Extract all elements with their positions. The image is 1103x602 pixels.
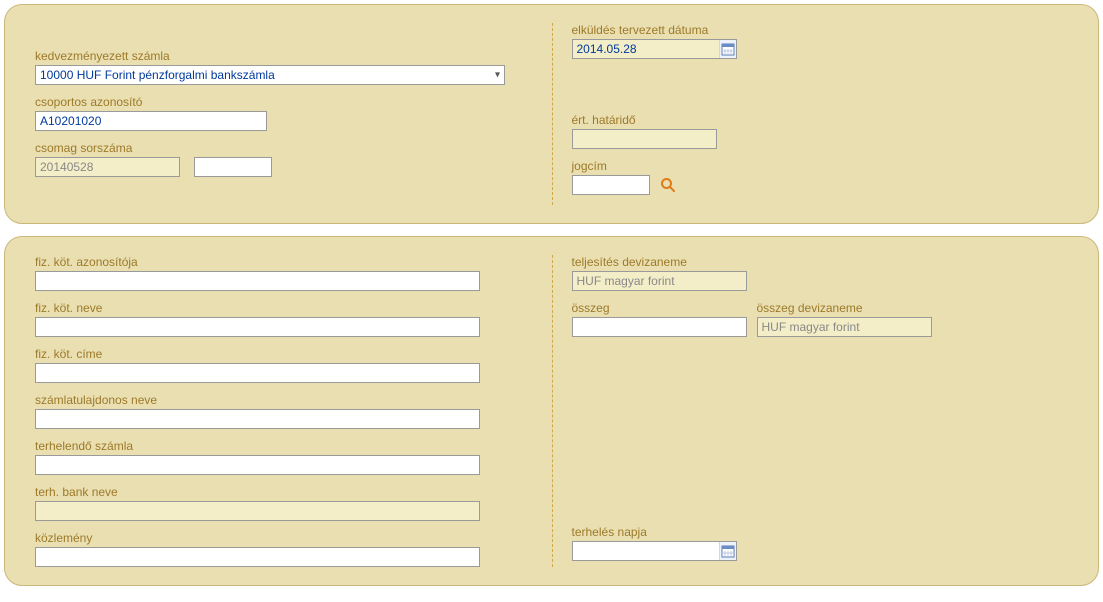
calendar-icon[interactable]: [719, 542, 735, 560]
field-perf-currency: teljesítés devizaneme: [572, 255, 1069, 291]
input-payer-id[interactable]: [35, 271, 480, 291]
panel1-left: kedvezményezett számla 10000 HUF Forint …: [35, 23, 552, 205]
select-value: 10000 HUF Forint pénzforgalmi bankszámla: [40, 68, 275, 82]
chevron-down-icon: ▾: [495, 70, 500, 81]
input-amount[interactable]: [572, 317, 747, 337]
field-beneficiary-account: kedvezményezett számla 10000 HUF Forint …: [35, 49, 532, 85]
field-payer-name: fiz. köt. neve: [35, 301, 532, 337]
input-owner-name[interactable]: [35, 409, 480, 429]
input-perf-currency: [572, 271, 747, 291]
search-icon[interactable]: [658, 175, 678, 195]
field-planned-date: elküldés tervezett dátuma: [572, 23, 1069, 59]
input-package-seq-1: [35, 157, 180, 177]
panel-header: kedvezményezett számla 10000 HUF Forint …: [4, 4, 1099, 224]
vertical-divider: [552, 255, 553, 567]
label-package-seq: csomag sorszáma: [35, 141, 532, 155]
label-group-id: csoportos azonosító: [35, 95, 532, 109]
label-planned-date: elküldés tervezett dátuma: [572, 23, 1069, 37]
field-deadline: ért. határidő: [572, 113, 1069, 149]
input-memo[interactable]: [35, 547, 480, 567]
input-debit-acct[interactable]: [35, 455, 480, 475]
label-payer-id: fiz. köt. azonosítója: [35, 255, 532, 269]
label-debit-date: terhelés napja: [572, 525, 1069, 539]
label-title-code: jogcím: [572, 159, 1069, 173]
field-owner-name: számlatulajdonos neve: [35, 393, 532, 429]
input-planned-date[interactable]: [573, 40, 720, 58]
panel-details: fiz. köt. azonosítója fiz. köt. neve fiz…: [4, 236, 1099, 586]
field-amount-row: összeg összeg devizaneme: [572, 301, 1069, 337]
label-debit-bank: terh. bank neve: [35, 485, 532, 499]
field-payer-addr: fiz. köt. címe: [35, 347, 532, 383]
input-payer-name[interactable]: [35, 317, 480, 337]
input-debit-bank: [35, 501, 480, 521]
input-debit-date[interactable]: [573, 542, 720, 560]
panel2-right: teljesítés devizaneme összeg összeg devi…: [552, 255, 1069, 567]
field-title-code: jogcím: [572, 159, 1069, 195]
label-debit-acct: terhelendő számla: [35, 439, 532, 453]
calendar-icon[interactable]: [719, 40, 735, 58]
field-debit-bank: terh. bank neve: [35, 485, 532, 521]
field-group-id: csoportos azonosító: [35, 95, 532, 131]
label-beneficiary-account: kedvezményezett számla: [35, 49, 532, 63]
label-owner-name: számlatulajdonos neve: [35, 393, 532, 407]
label-amount: összeg: [572, 301, 747, 315]
label-deadline: ért. határidő: [572, 113, 1069, 127]
vertical-divider: [552, 23, 553, 205]
date-debit-date: [572, 541, 737, 561]
field-package-seq: csomag sorszáma: [35, 141, 532, 177]
panel2-left: fiz. köt. azonosítója fiz. köt. neve fiz…: [35, 255, 552, 567]
field-memo: közlemény: [35, 531, 532, 567]
label-payer-addr: fiz. köt. címe: [35, 347, 532, 361]
input-deadline: [572, 129, 717, 149]
field-debit-date: terhelés napja: [572, 525, 1069, 561]
label-memo: közlemény: [35, 531, 532, 545]
panel1-right: elküldés tervezett dátuma ért. határidő …: [552, 23, 1069, 205]
input-package-seq-2[interactable]: [194, 157, 272, 177]
select-beneficiary-account[interactable]: 10000 HUF Forint pénzforgalmi bankszámla…: [35, 65, 505, 85]
input-amount-currency: [757, 317, 932, 337]
date-planned-date: [572, 39, 737, 59]
field-payer-id: fiz. köt. azonosítója: [35, 255, 532, 291]
input-payer-addr[interactable]: [35, 363, 480, 383]
input-title-code[interactable]: [572, 175, 650, 195]
label-amount-currency: összeg devizaneme: [757, 301, 932, 315]
label-perf-currency: teljesítés devizaneme: [572, 255, 1069, 269]
input-group-id[interactable]: [35, 111, 267, 131]
label-payer-name: fiz. köt. neve: [35, 301, 532, 315]
field-debit-acct: terhelendő számla: [35, 439, 532, 475]
